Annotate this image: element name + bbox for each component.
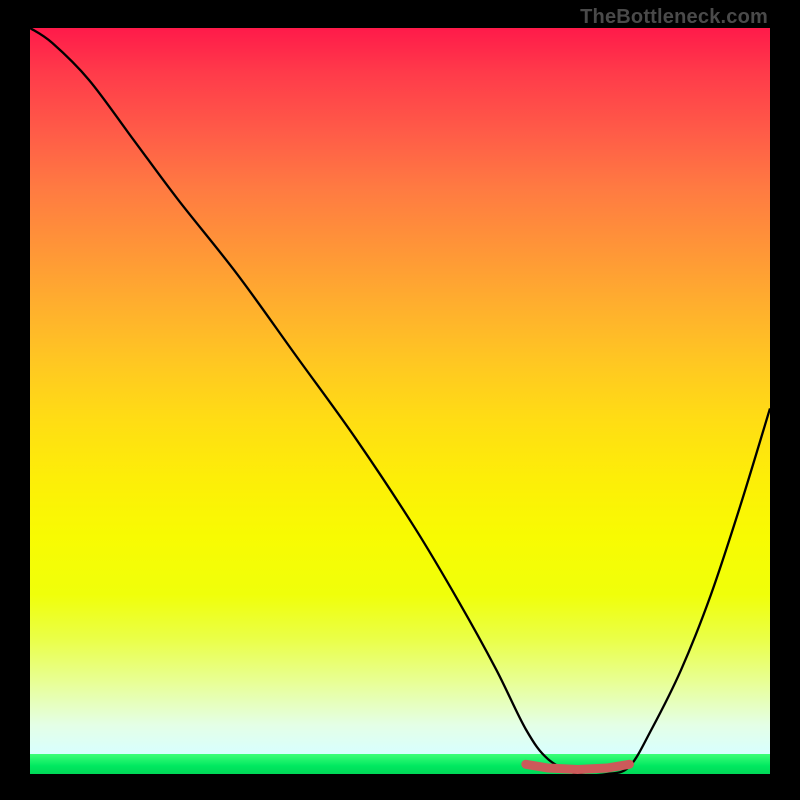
bottleneck-curve [30, 28, 770, 775]
watermark-text: TheBottleneck.com [580, 6, 768, 29]
plot-area [30, 28, 770, 774]
chart-frame: TheBottleneck.com [0, 0, 800, 800]
optimal-range-marker [526, 764, 630, 769]
curve-layer [30, 28, 770, 774]
